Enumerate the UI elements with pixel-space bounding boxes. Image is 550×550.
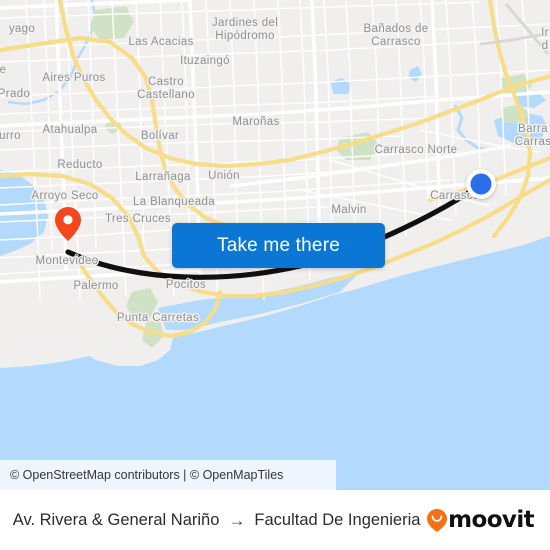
moovit-wordmark: moovit	[448, 507, 534, 533]
map-canvas[interactable]: yago Las Acacias Jardines del Hipódromo Ituz…	[0, 0, 550, 460]
moovit-trip-card: yago Las Acacias Jardines del Hipódromo Ituz…	[0, 0, 550, 550]
origin-marker-pin[interactable]	[55, 207, 81, 241]
moovit-pin-icon	[427, 508, 448, 532]
attribution-bar-filler	[336, 460, 550, 490]
attribution-text[interactable]: © OpenStreetMap contributors | © OpenMap…	[0, 468, 283, 482]
trip-origin-label: Av. Rivera & General Nariño	[12, 510, 220, 529]
trip-destination-label: Facultad De Ingenieria	[254, 510, 421, 529]
trip-footer: Av. Rivera & General Nariño → Facultad D…	[0, 490, 550, 550]
moovit-logo[interactable]: moovit	[427, 507, 550, 533]
take-me-there-button[interactable]: Take me there	[172, 223, 385, 268]
destination-marker-inner	[470, 173, 492, 195]
arrow-right-icon: →	[228, 510, 246, 530]
trip-summary: Av. Rivera & General Nariño → Facultad D…	[0, 511, 427, 530]
attribution-bar: © OpenStreetMap contributors | © OpenMap…	[0, 460, 336, 490]
destination-marker-dot[interactable]	[466, 169, 496, 199]
